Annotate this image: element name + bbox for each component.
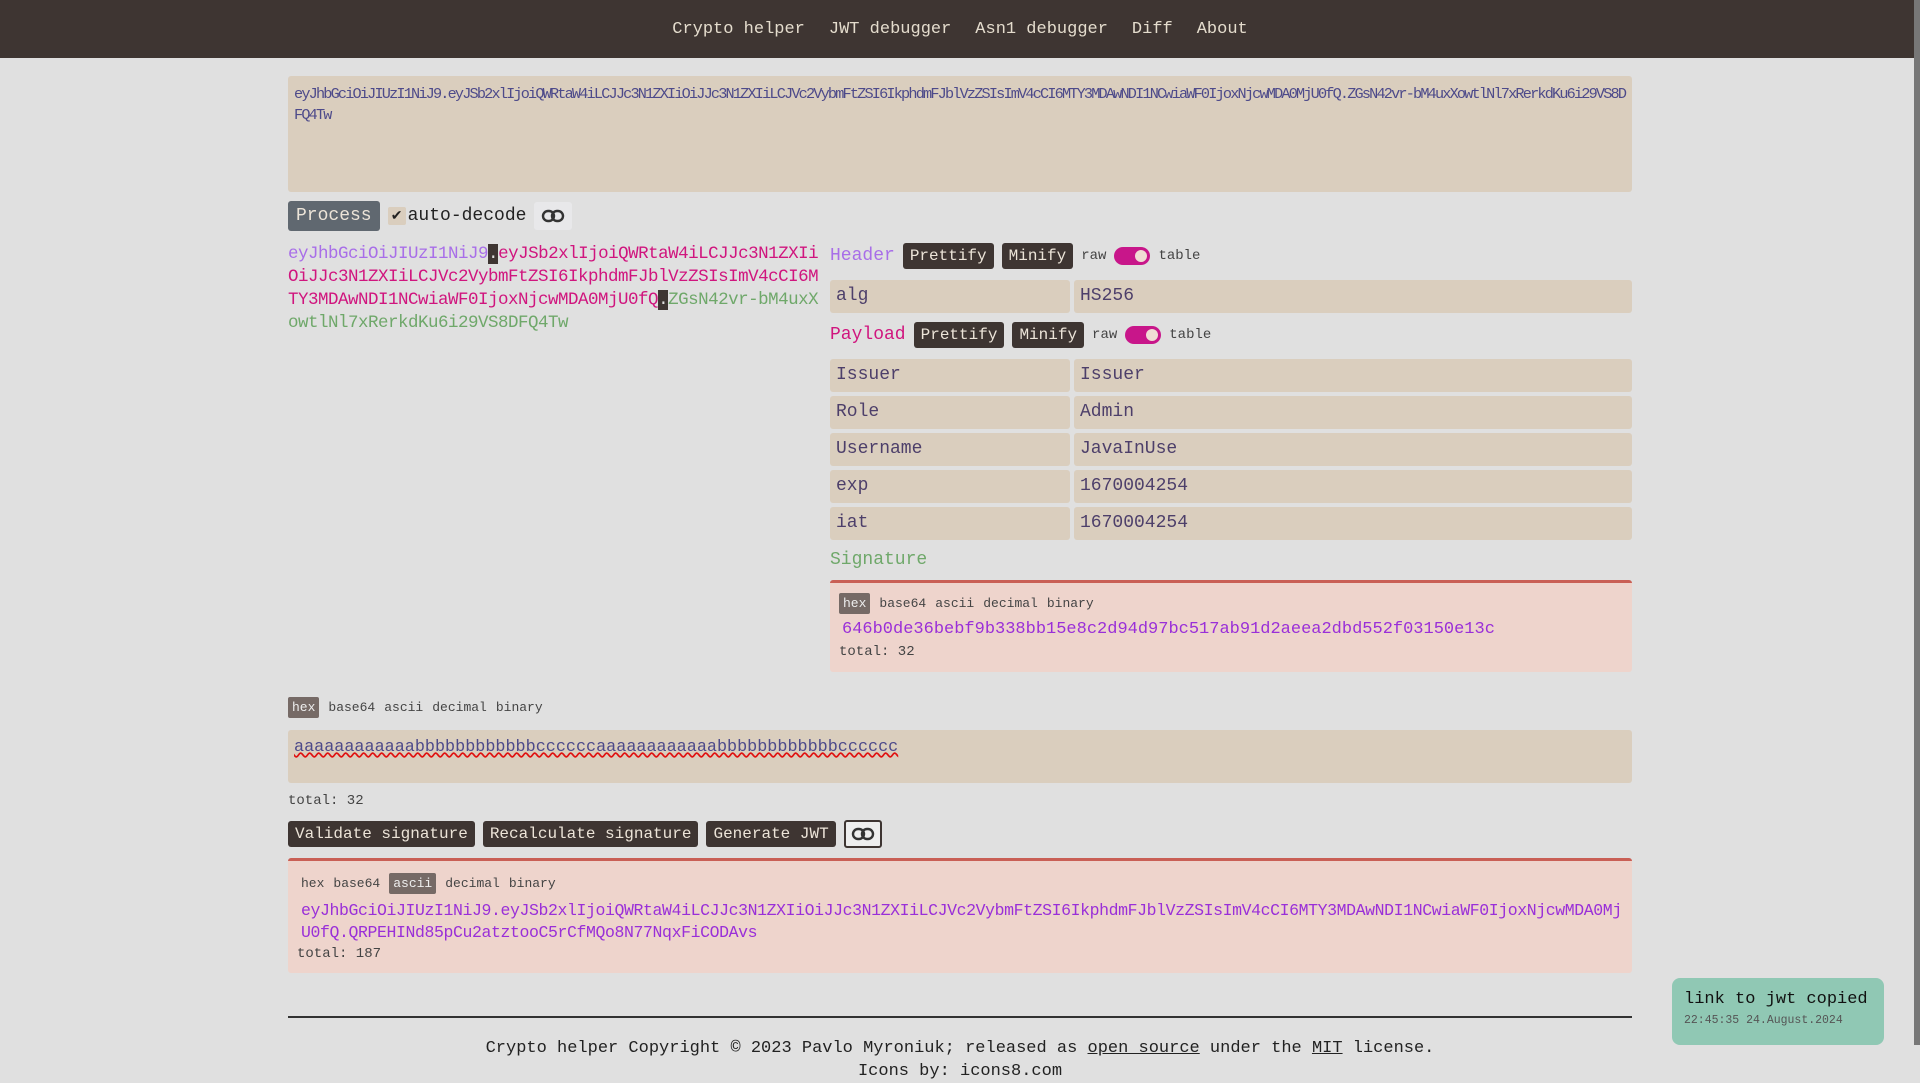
key-cell[interactable]: Username <box>830 433 1070 466</box>
sig-tab-decimal[interactable]: decimal <box>983 596 1038 611</box>
toast-time: 22:45:35 24.August.2024 <box>1684 1014 1843 1027</box>
icons8-link[interactable]: icons8.com <box>960 1062 1062 1081</box>
top-nav: Crypto helper JWT debugger Asn1 debugger… <box>0 0 1920 58</box>
key-cell[interactable]: iat <box>830 507 1070 540</box>
copy-link-button[interactable] <box>534 202 573 230</box>
jwt-dot: . <box>488 244 499 264</box>
nav-asn1-debugger[interactable]: Asn1 debugger <box>975 20 1108 39</box>
result-tab-base64[interactable]: base64 <box>333 876 380 891</box>
header-view-toggle[interactable] <box>1114 247 1151 265</box>
secret-tab-decimal[interactable]: decimal <box>432 700 487 715</box>
payload-view-toggle[interactable] <box>1125 326 1162 344</box>
payload-table: Issuer Issuer Role Admin Username JavaInUse… <box>830 359 1632 540</box>
secret-tab-binary[interactable]: binary <box>496 700 543 715</box>
generated-jwt-total: total: 187 <box>297 946 382 962</box>
nav-jwt-debugger[interactable]: JWT debugger <box>829 20 951 39</box>
table-label: table <box>1169 327 1212 343</box>
generated-jwt-value: eyJhbGciOiJIUzI1NiJ9.eyJSb2xlIjoiQWRtaW4… <box>301 901 1622 942</box>
toast-message: link to jwt copied <box>1684 990 1868 1009</box>
result-tab-ascii[interactable]: ascii <box>389 873 437 894</box>
secret-total: total: 32 <box>288 793 364 809</box>
link-icon <box>851 827 874 841</box>
secret-tab-hex[interactable]: hex <box>288 697 320 718</box>
result-tab-hex[interactable]: hex <box>301 876 324 891</box>
auto-decode-checkbox[interactable]: ✔ <box>387 207 406 225</box>
jwt-dot: . <box>658 290 669 310</box>
table-row: Role Admin <box>830 396 1632 429</box>
table-row: alg HS256 <box>830 280 1632 313</box>
signature-value: 646b0de36bebf9b338bb15e8c2d94d97bc517ab9… <box>842 620 1495 639</box>
value-cell[interactable]: HS256 <box>1074 280 1632 313</box>
validate-signature-button[interactable]: Validate signature <box>288 821 475 847</box>
icons-credit: Icons by: <box>857 1062 960 1081</box>
payload-prettify-button[interactable]: Prettify <box>913 322 1005 348</box>
value-cell[interactable]: Issuer <box>1074 359 1632 392</box>
raw-label: raw <box>1092 327 1118 343</box>
mit-link[interactable]: MIT <box>1312 1039 1343 1058</box>
process-button[interactable]: Process <box>288 201 380 231</box>
payload-minify-button[interactable]: Minify <box>1012 322 1085 348</box>
key-cell[interactable]: Role <box>830 396 1070 429</box>
generated-jwt-box: hex base64 ascii decimal binary eyJhbGci… <box>288 858 1632 973</box>
table-row: Username JavaInUse <box>830 433 1632 466</box>
footer-divider <box>288 1016 1632 1018</box>
copy-jwt-link-button[interactable] <box>843 820 882 848</box>
generate-jwt-button[interactable]: Generate JWT <box>706 821 836 847</box>
raw-label: raw <box>1081 248 1107 264</box>
value-cell[interactable]: 1670004254 <box>1074 470 1632 503</box>
table-row: iat 1670004254 <box>830 507 1632 540</box>
nav-crypto-helper[interactable]: Crypto helper <box>672 20 805 39</box>
signature-title: Signature <box>830 550 928 570</box>
payload-title: Payload <box>830 325 906 345</box>
header-title: Header <box>830 246 895 266</box>
nav-diff[interactable]: Diff <box>1132 20 1173 39</box>
secret-input[interactable]: aaaaaaaaaaaabbbbbbbbbbbbccccccaaaaaaaaaa… <box>288 730 1632 783</box>
key-cell[interactable]: Issuer <box>830 359 1070 392</box>
header-minify-button[interactable]: Minify <box>1001 243 1074 269</box>
secret-tab-base64[interactable]: base64 <box>328 700 375 715</box>
table-row: exp 1670004254 <box>830 470 1632 503</box>
key-cell[interactable]: alg <box>830 280 1070 313</box>
scrollbar[interactable] <box>1914 0 1920 1045</box>
nav-about[interactable]: About <box>1197 20 1248 39</box>
value-cell[interactable]: 1670004254 <box>1074 507 1632 540</box>
sig-tab-binary[interactable]: binary <box>1047 596 1094 611</box>
value-cell[interactable]: JavaInUse <box>1074 433 1632 466</box>
footer-text: license. <box>1342 1039 1435 1058</box>
secret-tab-ascii[interactable]: ascii <box>384 700 423 715</box>
sig-tab-hex[interactable]: hex <box>839 593 871 614</box>
footer-text: Crypto helper Copyright © 2023 Pavlo Myr… <box>485 1039 1088 1058</box>
toast-notification: link to jwt copied 22:45:35 24.August.20… <box>1672 978 1884 1045</box>
auto-decode-label: auto-decode <box>407 206 527 226</box>
colored-jwt: eyJhbGciOiJIUzI1NiJ9.eyJSb2xlIjoiQWRtaW4… <box>288 243 824 335</box>
result-tab-binary[interactable]: binary <box>509 876 556 891</box>
sig-tab-ascii[interactable]: ascii <box>935 596 974 611</box>
signature-box: hex base64 ascii decimal binary 646b0de3… <box>830 580 1632 672</box>
open-source-link[interactable]: open source <box>1088 1039 1200 1058</box>
table-label: table <box>1158 248 1201 264</box>
table-row: Issuer Issuer <box>830 359 1632 392</box>
result-tab-decimal[interactable]: decimal <box>445 876 500 891</box>
recalculate-signature-button[interactable]: Recalculate signature <box>482 821 699 847</box>
value-cell[interactable]: Admin <box>1074 396 1632 429</box>
sig-tab-base64[interactable]: base64 <box>879 596 926 611</box>
key-cell[interactable]: exp <box>830 470 1070 503</box>
jwt-header-part: eyJhbGciOiJIUzI1NiJ9 <box>288 244 489 264</box>
header-table: alg HS256 <box>830 280 1632 313</box>
link-icon <box>542 209 565 223</box>
jwt-input[interactable]: eyJhbGciOiJIUzI1NiJ9.eyJSb2xlIjoiQWRtaW4… <box>288 76 1632 192</box>
header-prettify-button[interactable]: Prettify <box>902 243 994 269</box>
signature-total: total: 32 <box>839 644 915 660</box>
footer-text: under the <box>1199 1039 1312 1058</box>
footer: Crypto helper Copyright © 2023 Pavlo Myr… <box>288 1037 1632 1083</box>
